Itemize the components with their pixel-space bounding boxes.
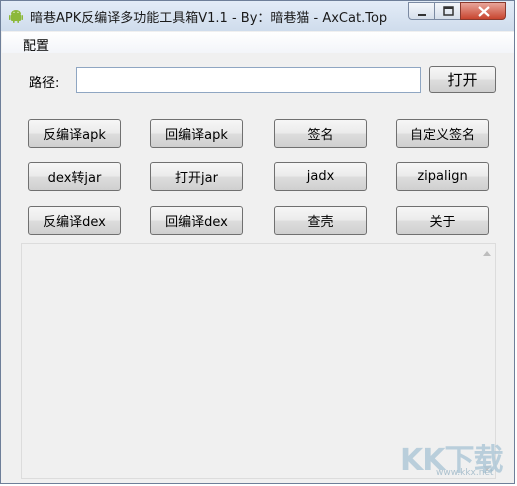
menu-bar: 配置 bbox=[2, 32, 514, 54]
main-panel: 路径: 打开 反编译apk 回编译apk 签名 自定义签名 dex转jar 打开… bbox=[2, 53, 514, 483]
decompile-apk-button[interactable]: 反编译apk bbox=[28, 119, 121, 148]
recompile-apk-button[interactable]: 回编译apk bbox=[150, 119, 243, 148]
app-window: 暗巷APK反编译多功能工具箱V1.1 - By：暗巷猫 - AxCat.Top … bbox=[0, 0, 515, 484]
scroll-up-icon[interactable] bbox=[483, 251, 491, 256]
check-shell-button[interactable]: 查壳 bbox=[274, 206, 367, 235]
close-icon bbox=[478, 6, 490, 17]
recompile-dex-button[interactable]: 回编译dex bbox=[150, 206, 243, 235]
sign-button[interactable]: 签名 bbox=[274, 119, 367, 148]
watermark-url: www.kkx.net bbox=[436, 468, 494, 478]
jadx-button[interactable]: jadx bbox=[274, 162, 367, 191]
minimize-icon bbox=[418, 14, 426, 16]
title-bar[interactable]: 暗巷APK反编译多功能工具箱V1.1 - By：暗巷猫 - AxCat.Top bbox=[1, 1, 514, 31]
path-input[interactable] bbox=[76, 67, 421, 93]
path-label: 路径: bbox=[29, 76, 60, 91]
window-title: 暗巷APK反编译多功能工具箱V1.1 - By：暗巷猫 - AxCat.Top bbox=[30, 11, 388, 26]
zipalign-button[interactable]: zipalign bbox=[396, 162, 489, 191]
dex-to-jar-button[interactable]: dex转jar bbox=[28, 162, 121, 191]
menu-config[interactable]: 配置 bbox=[23, 35, 49, 54]
about-button[interactable]: 关于 bbox=[396, 206, 489, 235]
minimize-button[interactable] bbox=[408, 2, 435, 20]
decompile-dex-button[interactable]: 反编译dex bbox=[28, 206, 121, 235]
custom-sign-button[interactable]: 自定义签名 bbox=[396, 119, 489, 148]
android-icon bbox=[9, 10, 23, 23]
close-button[interactable] bbox=[460, 2, 506, 20]
maximize-button[interactable] bbox=[434, 2, 461, 20]
maximize-icon bbox=[443, 6, 454, 16]
open-button[interactable]: 打开 bbox=[429, 66, 496, 93]
open-jar-button[interactable]: 打开jar bbox=[150, 162, 243, 191]
